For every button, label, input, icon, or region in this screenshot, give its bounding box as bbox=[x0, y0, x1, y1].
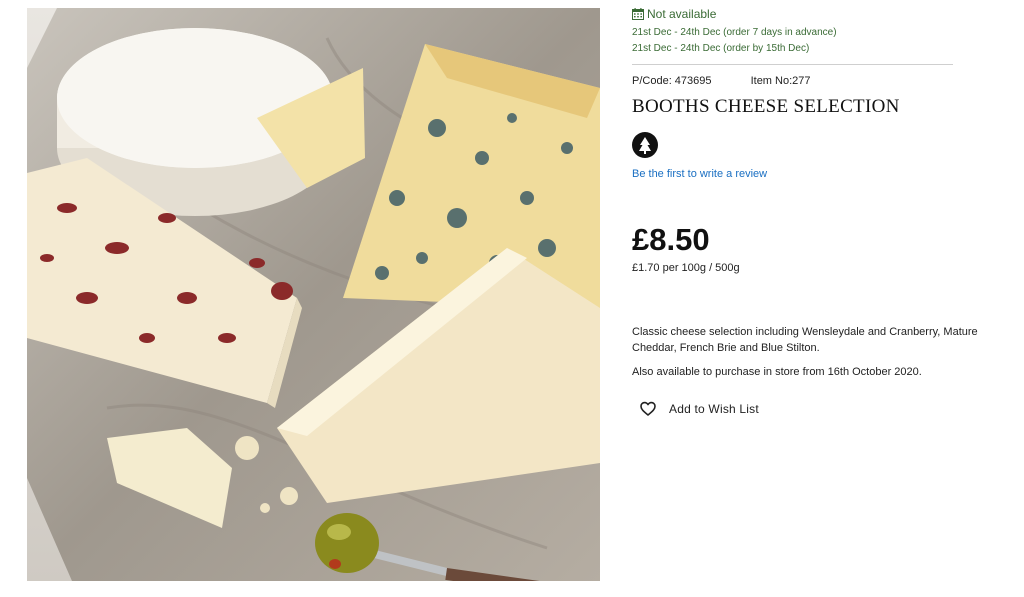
wishlist-label: Add to Wish List bbox=[669, 402, 759, 416]
product-code: P/Code: 473695 bbox=[632, 75, 712, 87]
add-to-wishlist-button[interactable]: Add to Wish List bbox=[640, 400, 759, 418]
product-title: BOOTHS CHEESE SELECTION bbox=[632, 96, 900, 117]
calendar-icon bbox=[632, 8, 644, 20]
unit-price: £1.70 per 100g / 500g bbox=[632, 262, 740, 274]
product-price: £8.50 bbox=[632, 222, 710, 257]
delivery-window: 21st Dec - 24th Dec (order 7 days in adv… bbox=[632, 27, 837, 38]
vegetarian-badge bbox=[632, 132, 658, 158]
availability-panel: Not available 21st Dec - 24th Dec (order… bbox=[632, 6, 1012, 57]
product-description: Classic cheese selection including Wensl… bbox=[632, 326, 978, 354]
product-image[interactable] bbox=[27, 8, 600, 581]
availability-status: Not available bbox=[632, 6, 1012, 22]
product-codes: P/Code: 473695 Item No:277 bbox=[632, 75, 811, 87]
vegetarian-tree-icon bbox=[639, 137, 651, 154]
heart-icon bbox=[640, 401, 656, 416]
write-review-link[interactable]: Be the first to write a review bbox=[632, 168, 767, 180]
divider bbox=[632, 64, 953, 65]
store-availability-note: Also available to purchase in store from… bbox=[632, 366, 922, 378]
cheese-selection-photo bbox=[27, 8, 600, 581]
delivery-window: 21st Dec - 24th Dec (order by 15th Dec) bbox=[632, 43, 810, 54]
item-number: Item No:277 bbox=[750, 75, 811, 87]
availability-status-label: Not available bbox=[647, 7, 717, 21]
